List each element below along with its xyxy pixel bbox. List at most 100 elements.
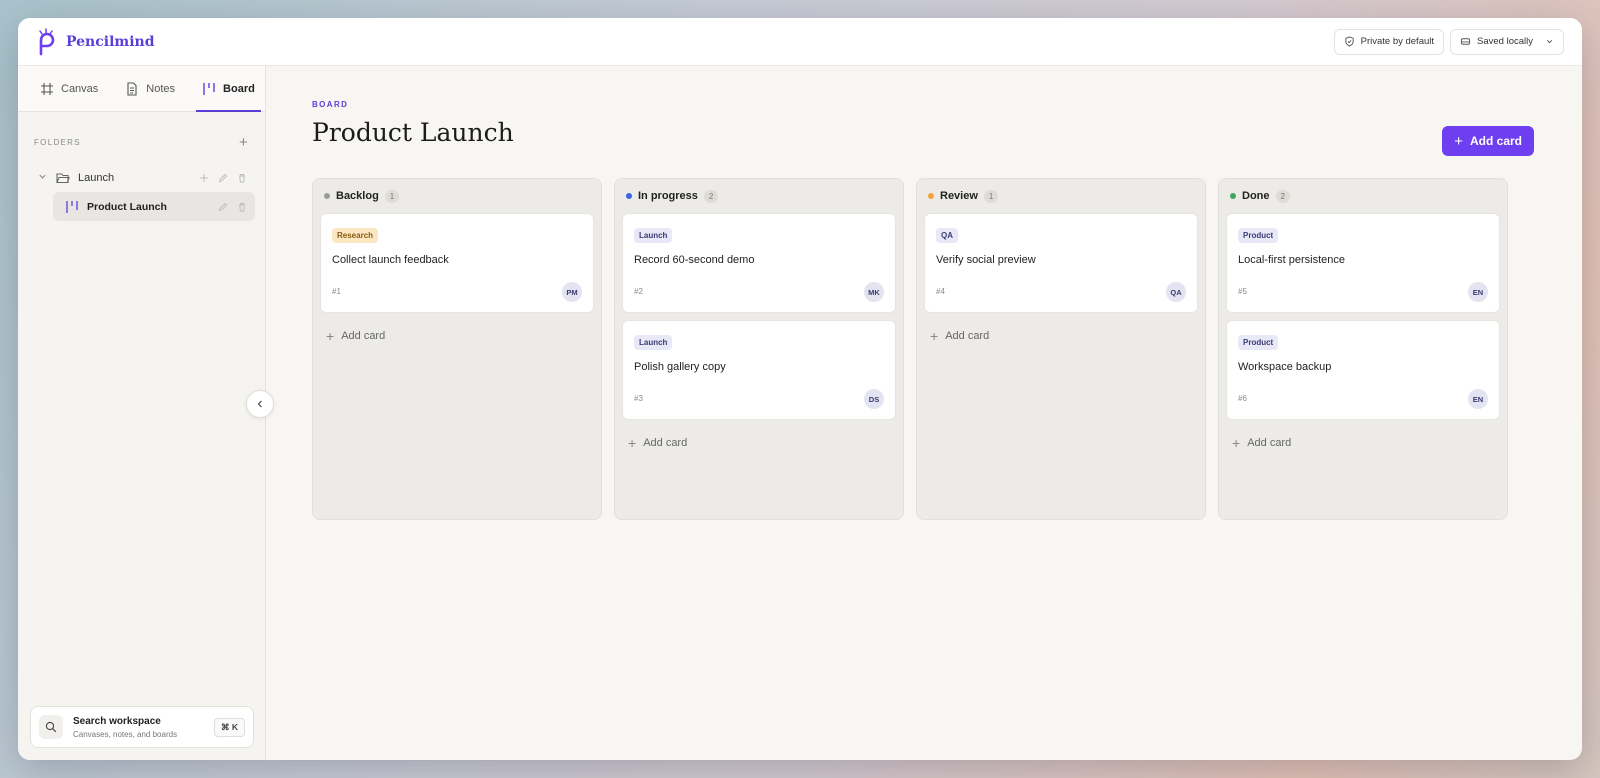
column-add-card-button[interactable]: + Add card: [924, 320, 1198, 352]
add-card-button[interactable]: + Add card: [1442, 126, 1534, 156]
card-title: Collect launch feedback: [332, 254, 449, 266]
column-header: Backlog 1: [320, 179, 594, 213]
search-title: Search workspace: [73, 715, 161, 727]
folder-tree: Launch Product Launch: [18, 163, 265, 221]
card-number: #5: [1238, 287, 1247, 296]
card-title: Local-first persistence: [1238, 254, 1345, 266]
card-tag: Research: [332, 228, 379, 243]
column-title: Done: [1242, 190, 1270, 202]
card-title: Verify social preview: [936, 254, 1036, 266]
app-name: Pencilmind: [66, 33, 155, 50]
avatar[interactable]: DS: [864, 389, 884, 409]
main-content: BOARD Product Launch + Add card Backlog …: [266, 66, 1582, 760]
column-title: Backlog: [336, 190, 379, 202]
collapse-sidebar-button[interactable]: [246, 390, 274, 418]
board-icon: [203, 82, 215, 95]
card-tag: Launch: [634, 335, 673, 350]
chevron-down-icon[interactable]: [38, 172, 48, 183]
plus-icon: +: [1454, 132, 1463, 150]
add-folder-icon[interactable]: +: [239, 134, 249, 151]
column-add-card-button[interactable]: + Add card: [622, 427, 896, 459]
column-add-card-button[interactable]: + Add card: [320, 320, 594, 352]
sidebar-tabs: Canvas Notes Board: [18, 66, 265, 112]
page-eyebrow: BOARD: [312, 100, 349, 109]
folders-header: FOLDERS +: [18, 134, 265, 151]
tab-canvas-label: Canvas: [61, 82, 99, 95]
folders-heading: FOLDERS: [34, 138, 81, 147]
top-header: Pencilmind Private by default Saved loca…: [18, 18, 1582, 66]
column-count: 1: [384, 189, 400, 203]
page-title: Product Launch: [312, 118, 514, 147]
avatar[interactable]: MK: [864, 282, 884, 302]
column-add-card-label: Add card: [945, 330, 990, 342]
avatar[interactable]: EN: [1468, 389, 1488, 409]
search-icon: [39, 715, 63, 739]
card-number: #1: [332, 287, 341, 296]
tab-board-label: Board: [223, 82, 255, 95]
plus-icon: +: [1232, 435, 1241, 451]
board-product-launch[interactable]: Product Launch: [53, 192, 255, 221]
search-workspace[interactable]: Search workspace Canvases, notes, and bo…: [30, 706, 254, 748]
tab-notes-label: Notes: [146, 82, 176, 95]
card-number: #3: [634, 394, 643, 403]
card-number: #4: [936, 287, 945, 296]
sidebar: Canvas Notes Board FOLDERS + Launch Prod…: [18, 66, 266, 760]
hash-icon: [41, 82, 53, 95]
privacy-badge[interactable]: Private by default: [1333, 28, 1445, 55]
board-column-backlog: Backlog 1 Research Collect launch feedba…: [312, 178, 602, 520]
status-dot: [626, 193, 632, 199]
avatar[interactable]: EN: [1468, 282, 1488, 302]
board-card[interactable]: Launch Polish gallery copy #3 DS: [622, 320, 896, 420]
board-column-done: Done 2 Product Local-first persistence #…: [1218, 178, 1508, 520]
board-icon: [66, 200, 78, 213]
board-card[interactable]: Product Workspace backup #6 EN: [1226, 320, 1500, 420]
trash-icon[interactable]: [237, 173, 247, 183]
column-add-card-label: Add card: [341, 330, 386, 342]
card-title: Record 60-second demo: [634, 254, 755, 266]
status-dot: [1230, 193, 1236, 199]
tab-canvas[interactable]: Canvas: [40, 66, 111, 111]
brand[interactable]: Pencilmind: [36, 27, 155, 56]
status-dot: [324, 193, 330, 199]
tab-board[interactable]: Board: [196, 66, 261, 112]
column-header: Done 2: [1226, 179, 1500, 213]
column-count: 2: [703, 189, 719, 203]
edit-icon[interactable]: [218, 202, 228, 212]
board-card[interactable]: Research Collect launch feedback #1 PM: [320, 213, 594, 313]
search-subtitle: Canvases, notes, and boards: [73, 729, 178, 739]
plus-icon: +: [326, 328, 335, 344]
card-tag: Launch: [634, 228, 673, 243]
column-add-card-button[interactable]: + Add card: [1226, 427, 1500, 459]
board-column-in-progress: In progress 2 Launch Record 60-second de…: [614, 178, 904, 520]
document-icon: [127, 81, 137, 96]
column-add-card-label: Add card: [1247, 437, 1292, 449]
column-header: In progress 2: [622, 179, 896, 213]
tab-notes[interactable]: Notes: [125, 66, 188, 111]
save-status-dropdown[interactable]: Saved locally: [1450, 28, 1564, 55]
add-icon[interactable]: [199, 173, 209, 183]
card-tag: Product: [1238, 228, 1279, 243]
plus-icon: +: [930, 328, 939, 344]
card-number: #6: [1238, 394, 1247, 403]
app-window: Pencilmind Private by default Saved loca…: [18, 18, 1582, 760]
board-card[interactable]: Product Local-first persistence #5 EN: [1226, 213, 1500, 313]
status-dot: [928, 193, 934, 199]
column-add-card-label: Add card: [643, 437, 688, 449]
card-tag: QA: [936, 228, 958, 243]
add-card-label: Add card: [1469, 134, 1522, 148]
shield-icon: [1344, 36, 1354, 47]
avatar[interactable]: QA: [1166, 282, 1186, 302]
avatar[interactable]: PM: [562, 282, 582, 302]
column-count: 1: [983, 189, 999, 203]
drive-icon: [1460, 38, 1471, 45]
edit-icon[interactable]: [218, 173, 228, 183]
board-card[interactable]: Launch Record 60-second demo #2 MK: [622, 213, 896, 313]
folder-label: Launch: [78, 171, 115, 184]
board-card[interactable]: QA Verify social preview #4 QA: [924, 213, 1198, 313]
chevron-down-icon: [1546, 40, 1553, 44]
board-column-review: Review 1 QA Verify social preview #4 QA …: [916, 178, 1206, 520]
card-number: #2: [634, 287, 643, 296]
plus-icon: +: [628, 435, 637, 451]
folder-launch[interactable]: Launch: [28, 163, 255, 192]
trash-icon[interactable]: [237, 202, 247, 212]
